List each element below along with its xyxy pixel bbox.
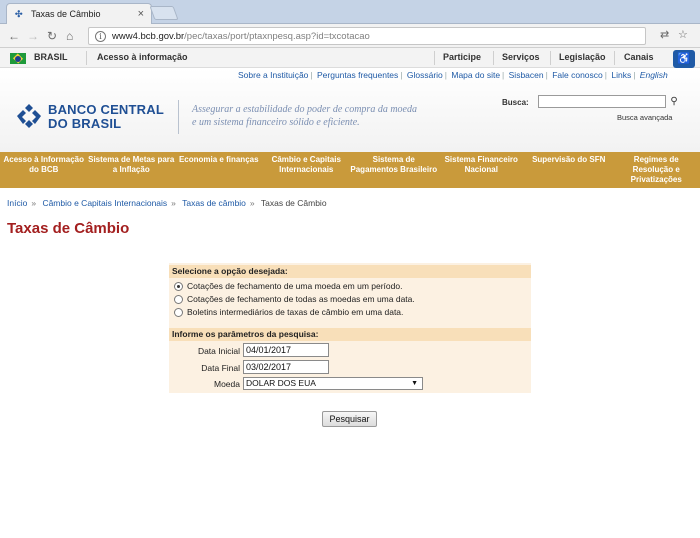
search-icon[interactable]: ⚲ xyxy=(668,95,680,108)
menu-item-regimes[interactable]: Regimes de Resolução e Privatizações xyxy=(613,152,700,188)
bookmark-star-icon[interactable]: ☆ xyxy=(678,28,688,41)
end-date-label: Data Final xyxy=(201,363,240,373)
toplink-mapa[interactable]: Mapa do site xyxy=(451,70,500,80)
breadcrumb-taxas[interactable]: Taxas de câmbio xyxy=(182,198,246,208)
search-label: Busca: xyxy=(502,98,529,107)
bcb-logo-icon[interactable] xyxy=(14,102,44,130)
breadcrumb-current: Taxas de Câmbio xyxy=(260,198,327,208)
menu-item-financeiro[interactable]: Sistema Financeiro Nacional xyxy=(438,152,526,188)
radio-option-1[interactable] xyxy=(174,281,183,291)
divider xyxy=(178,100,179,134)
end-date-input[interactable] xyxy=(243,360,329,374)
top-links: Sobre a Instituição | Perguntas frequente… xyxy=(238,70,668,80)
url-text: www4.bcb.gov.br/pec/taxas/port/ptaxnpesq… xyxy=(112,31,370,42)
breadcrumb: Início» Câmbio e Capitais Internacionais… xyxy=(7,198,327,208)
back-icon[interactable]: ← xyxy=(8,28,20,44)
menu-item-economia[interactable]: Economia e finanças xyxy=(175,152,263,188)
accessibility-icon[interactable]: ♿ xyxy=(673,50,695,68)
bcb-logo-text[interactable]: BANCO CENTRAL DO BRASIL xyxy=(48,103,164,131)
slogan-line-2: e um sistema financeiro sólido e eficien… xyxy=(192,117,360,128)
option-row-2[interactable]: Cotações de fechamento de todas as moeda… xyxy=(174,294,415,304)
radio-option-3[interactable] xyxy=(174,307,183,317)
gov-link-canais[interactable]: Canais xyxy=(624,52,654,62)
divider xyxy=(86,51,87,65)
brazil-flag-icon xyxy=(10,53,26,64)
browser-tab-strip: ✣ Taxas de Câmbio × xyxy=(0,0,700,24)
new-tab-button[interactable] xyxy=(149,6,179,20)
radio-option-2[interactable] xyxy=(174,294,183,304)
divider xyxy=(493,51,494,65)
option-row-1[interactable]: Cotações de fechamento de uma moeda em u… xyxy=(174,281,402,291)
menu-item-metas[interactable]: Sistema de Metas para a Inflação xyxy=(88,152,176,188)
advanced-search-link[interactable]: Busca avançada xyxy=(617,113,672,122)
url-host: www4.bcb.gov.br xyxy=(112,30,185,42)
menu-item-supervisao[interactable]: Supervisão do SFN xyxy=(525,152,613,188)
toplink-glossario[interactable]: Glossário xyxy=(407,70,443,80)
forward-icon[interactable]: → xyxy=(27,28,39,44)
option-label-3[interactable]: Boletins intermediários de taxas de câmb… xyxy=(187,307,403,317)
home-icon[interactable]: ⌂ xyxy=(66,28,73,44)
translate-icon[interactable]: ⇄ xyxy=(660,28,669,41)
logo-line-2: DO BRASIL xyxy=(48,116,122,131)
option-label-1[interactable]: Cotações de fechamento de uma moeda em u… xyxy=(187,281,402,291)
toplink-sobre[interactable]: Sobre a Instituição xyxy=(238,70,308,80)
toplink-sisbacen[interactable]: Sisbacen xyxy=(509,70,544,80)
start-date-label: Data Inicial xyxy=(197,346,240,356)
currency-selected-value: DOLAR DOS EUA xyxy=(246,378,316,388)
toplink-english[interactable]: English xyxy=(640,70,668,80)
gov-link-servicos[interactable]: Serviços xyxy=(502,52,540,62)
breadcrumb-cambio[interactable]: Câmbio e Capitais Internacionais xyxy=(42,198,167,208)
gov-link-legislacao[interactable]: Legislação xyxy=(559,52,606,62)
main-menu: Acesso à Informação do BCB Sistema de Me… xyxy=(0,152,700,188)
close-tab-icon[interactable]: × xyxy=(138,8,144,20)
tab-title: Taxas de Câmbio xyxy=(31,9,101,19)
search-submit-button[interactable]: Pesquisar xyxy=(322,411,377,427)
access-info-link[interactable]: Acesso à informação xyxy=(97,52,188,62)
divider xyxy=(614,51,615,65)
divider xyxy=(550,51,551,65)
currency-label: Moeda xyxy=(214,379,240,389)
option-label-2[interactable]: Cotações de fechamento de todas as moeda… xyxy=(187,294,415,304)
gov-bar: BRASIL Acesso à informação Participe Ser… xyxy=(0,48,700,68)
gov-country[interactable]: BRASIL xyxy=(34,52,68,62)
reload-icon[interactable]: ↻ xyxy=(47,28,57,44)
breadcrumb-inicio[interactable]: Início xyxy=(7,198,27,208)
toplink-fale[interactable]: Fale conosco xyxy=(552,70,603,80)
address-bar[interactable]: i www4.bcb.gov.br/pec/taxas/port/ptaxnpe… xyxy=(88,27,646,45)
page-title: Taxas de Câmbio xyxy=(7,220,130,237)
bcb-favicon-icon: ✣ xyxy=(15,9,23,19)
divider xyxy=(434,51,435,65)
start-date-input[interactable] xyxy=(243,343,329,357)
url-path: /pec/taxas/port/ptaxnpesq.asp?id=txcotac… xyxy=(184,30,370,42)
logo-line-1: BANCO CENTRAL xyxy=(48,102,164,117)
slogan-line-1: Assegurar a estabilidade do poder de com… xyxy=(192,104,417,115)
browser-toolbar: ← → ↻ ⌂ i www4.bcb.gov.br/pec/taxas/port… xyxy=(0,24,700,48)
gov-link-participe[interactable]: Participe xyxy=(443,52,481,62)
menu-item-acesso[interactable]: Acesso à Informação do BCB xyxy=(0,152,88,188)
currency-select[interactable]: DOLAR DOS EUA ▼ xyxy=(243,377,423,390)
slogan: Assegurar a estabilidade do poder de com… xyxy=(192,103,417,129)
section-title-params: Informe os parâmetros da pesquisa: xyxy=(169,328,531,341)
search-input[interactable] xyxy=(538,95,666,108)
toplink-links[interactable]: Links xyxy=(611,70,631,80)
chevron-down-icon[interactable]: ▼ xyxy=(411,378,418,389)
menu-item-cambio[interactable]: Câmbio e Capitais Internacionais xyxy=(263,152,351,188)
browser-tab[interactable]: ✣ Taxas de Câmbio × xyxy=(6,3,152,24)
option-row-3[interactable]: Boletins intermediários de taxas de câmb… xyxy=(174,307,403,317)
toplink-faq[interactable]: Perguntas frequentes xyxy=(317,70,398,80)
menu-item-pagamentos[interactable]: Sistema de Pagamentos Brasileiro xyxy=(350,152,438,188)
section-title-options: Selecione a opção desejada: xyxy=(169,265,531,278)
site-info-icon[interactable]: i xyxy=(95,30,106,42)
